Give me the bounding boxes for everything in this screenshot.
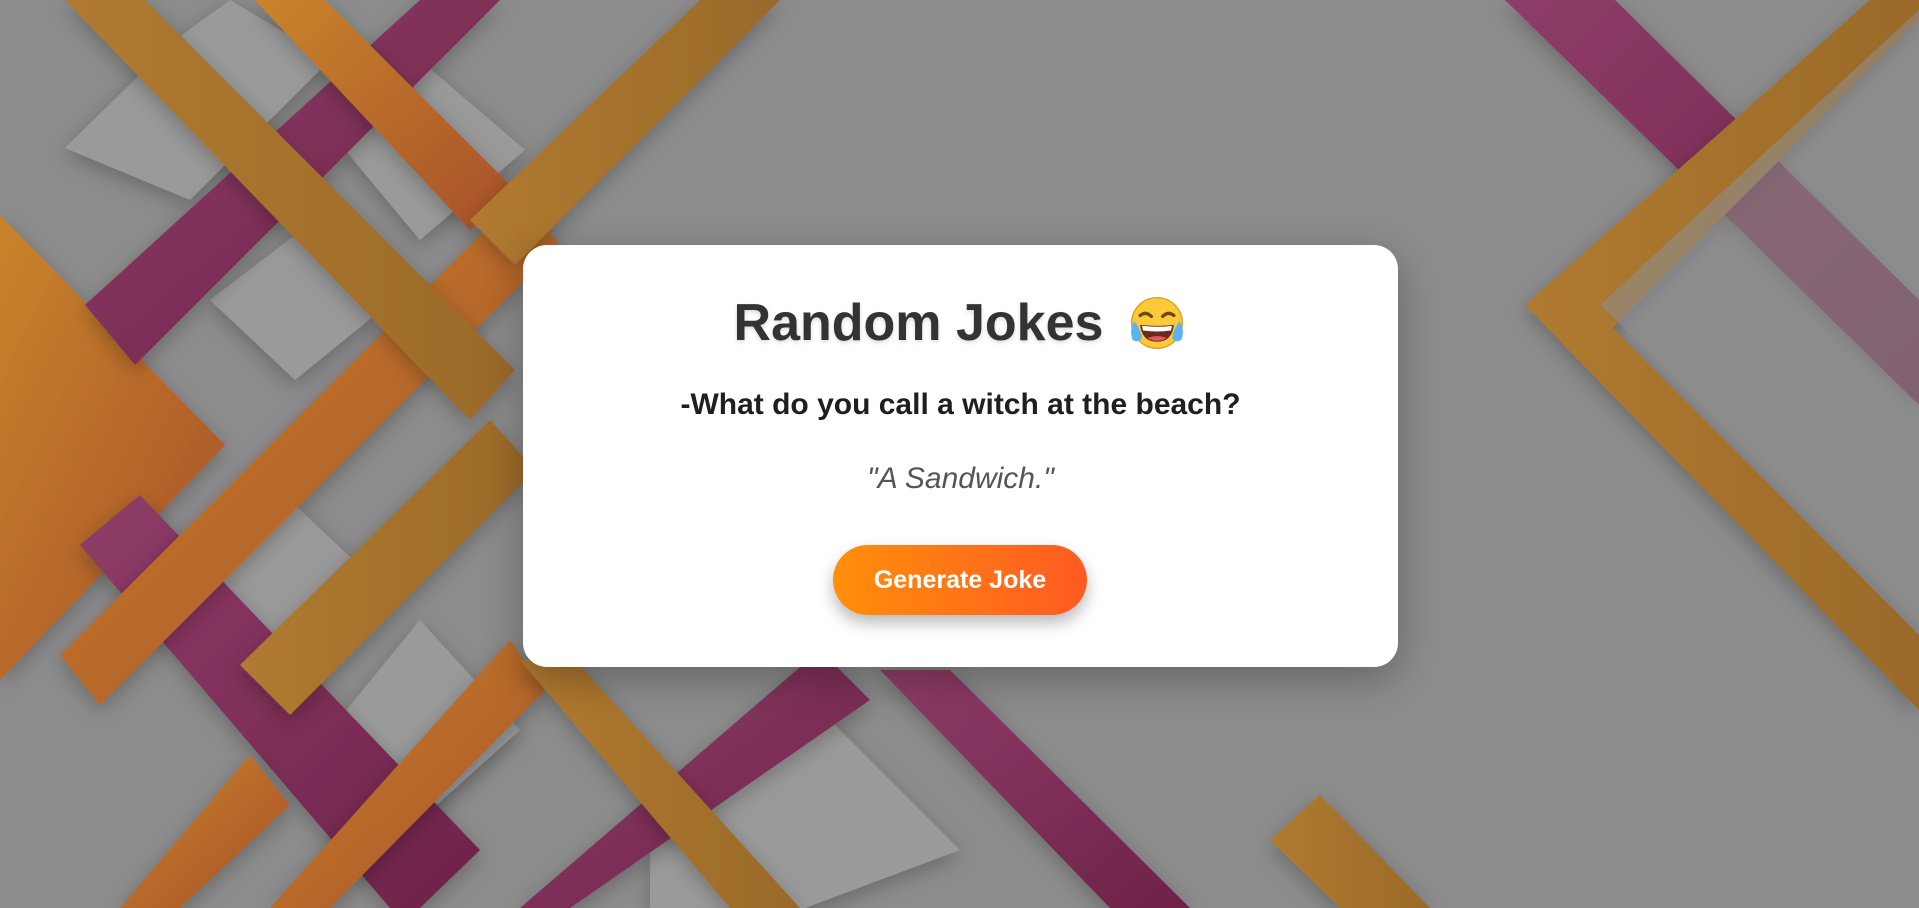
generate-joke-button[interactable]: Generate Joke [833,545,1087,615]
joke-question: -What do you call a witch at the beach? [680,388,1241,421]
joke-answer: "A Sandwich." [867,462,1054,495]
title-row: Random Jokes [523,293,1398,353]
joke-card: Random Jokes -What do you call a witch a… [523,245,1398,667]
page-title: Random Jokes [733,294,1104,352]
tears-of-joy-emoji-icon [1131,296,1184,350]
